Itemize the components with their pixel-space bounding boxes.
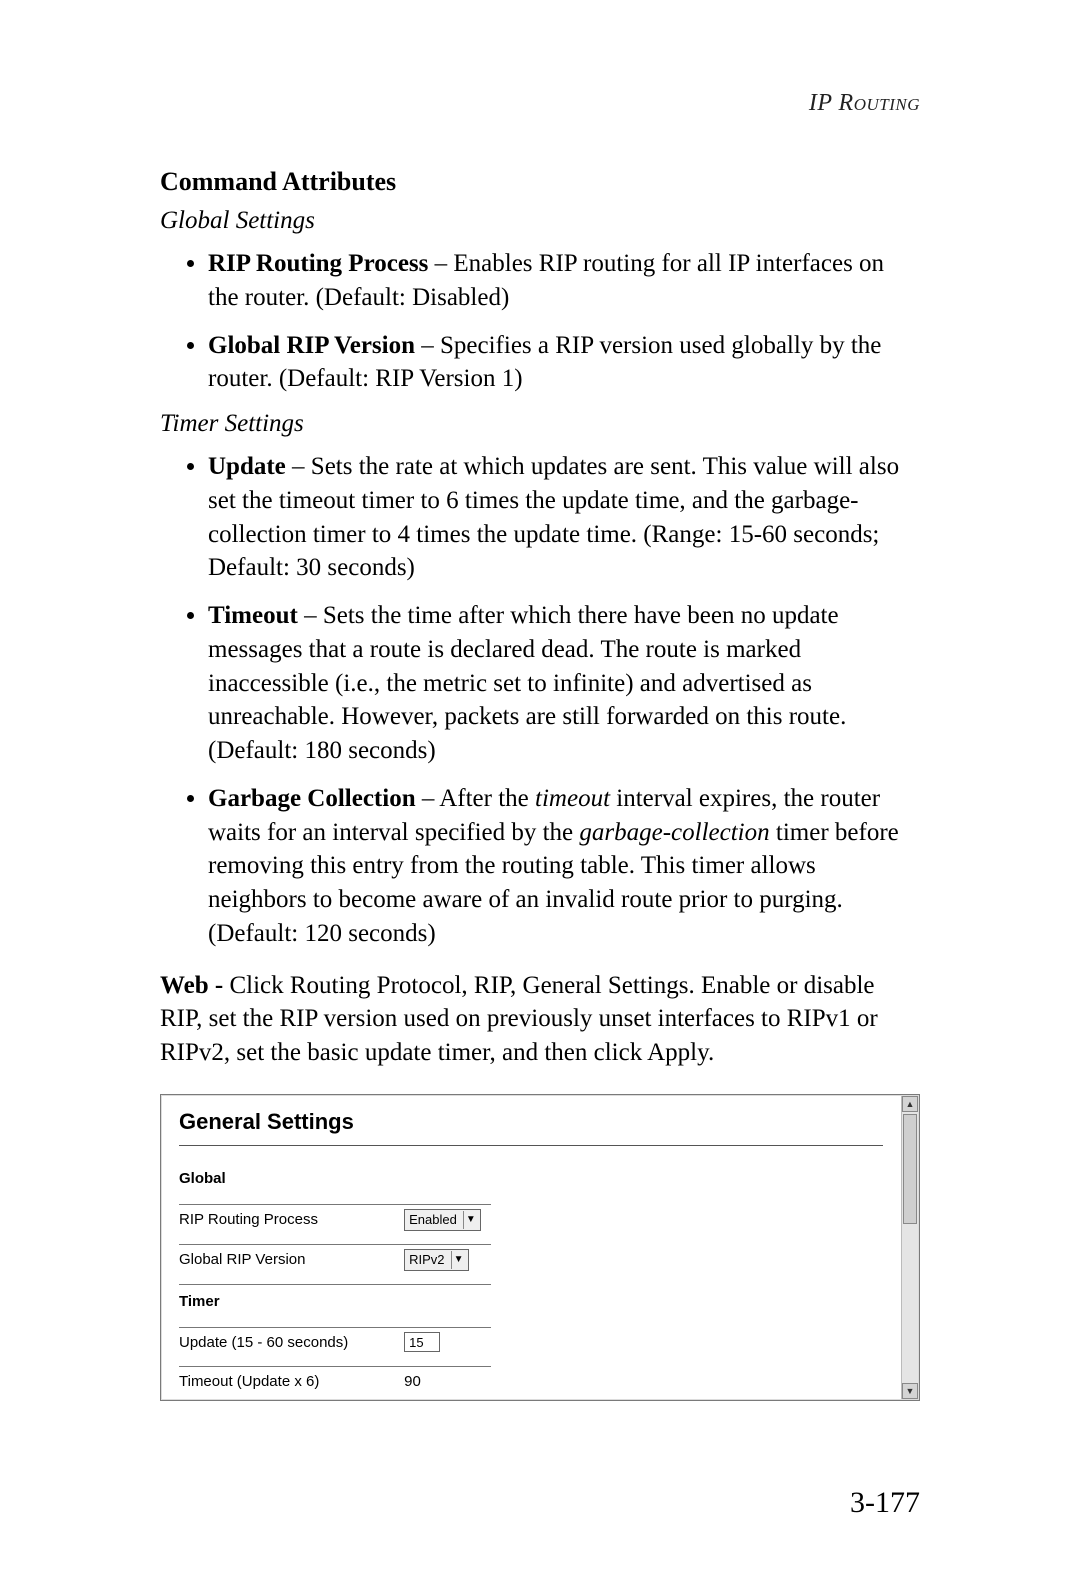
bullet-text: – Sets the rate at which updates are sen… — [208, 453, 899, 581]
scroll-up-button[interactable]: ▲ — [902, 1096, 918, 1112]
row-rip-routing-process: RIP Routing Process Enabled ▼ — [179, 1204, 491, 1235]
bullet-text: – After the — [416, 785, 535, 812]
subhead-timer-settings: Timer Settings — [160, 410, 920, 438]
row-label: Update (15 - 60 seconds) — [179, 1327, 404, 1357]
settings-table: Global RIP Routing Process Enabled ▼ Glo… — [179, 1162, 491, 1401]
bullet-timeout: Timeout – Sets the time after which ther… — [208, 599, 920, 768]
running-header-text: IP Routing — [809, 90, 920, 116]
bullet-term: RIP Routing Process — [208, 250, 428, 277]
scroll-thumb[interactable] — [903, 1114, 917, 1224]
bullet-term: Global RIP Version — [208, 332, 415, 359]
bullet-term: Garbage Collection — [208, 785, 416, 812]
chevron-down-icon: ▼ — [463, 1211, 478, 1229]
row-update: Update (15 - 60 seconds) 15 — [179, 1327, 491, 1357]
subhead-global-settings: Global Settings — [160, 207, 920, 235]
bullet-garbage-collection: Garbage Collection – After the timeout i… — [208, 782, 920, 951]
section-heading: Command Attributes — [160, 167, 920, 197]
row-global-rip-version: Global RIP Version RIPv2 ▼ — [179, 1244, 491, 1275]
select-value: RIPv2 — [409, 1251, 450, 1269]
vertical-scrollbar[interactable]: ▲ ▼ — [901, 1096, 918, 1399]
bullet-em: timeout — [535, 785, 610, 812]
bullet-rip-routing-process: RIP Routing Process – Enables RIP routin… — [208, 247, 920, 315]
bullet-list-global: RIP Routing Process – Enables RIP routin… — [160, 247, 920, 396]
group-global: Global — [179, 1162, 491, 1195]
web-rest: Click Routing Protocol, RIP, General Set… — [160, 972, 878, 1067]
web-instructions: Web - Click Routing Protocol, RIP, Gener… — [160, 969, 920, 1070]
page-number: 3-177 — [850, 1486, 920, 1520]
row-label: RIP Routing Process — [179, 1204, 404, 1235]
row-value: 90 — [404, 1366, 491, 1396]
global-rip-version-select[interactable]: RIPv2 ▼ — [404, 1249, 468, 1271]
panel-title: General Settings — [179, 1109, 883, 1135]
group-timer: Timer — [179, 1284, 491, 1318]
bullet-list-timer: Update – Sets the rate at which updates … — [160, 450, 920, 951]
bullet-global-rip-version: Global RIP Version – Specifies a RIP ver… — [208, 329, 920, 397]
general-settings-panel: General Settings Global RIP Routing Proc… — [160, 1094, 920, 1401]
web-lead: Web - — [160, 972, 229, 999]
select-value: Enabled — [409, 1211, 463, 1229]
bullet-term: Update — [208, 453, 286, 480]
scroll-down-button[interactable]: ▼ — [902, 1383, 918, 1399]
bullet-update: Update – Sets the rate at which updates … — [208, 450, 920, 585]
chevron-down-icon: ▼ — [451, 1251, 466, 1269]
bullet-term: Timeout — [208, 602, 298, 629]
row-timeout: Timeout (Update x 6) 90 — [179, 1366, 491, 1396]
update-input[interactable]: 15 — [404, 1332, 440, 1352]
bullet-text: – Sets the time after which there have b… — [208, 602, 846, 764]
rip-routing-process-select[interactable]: Enabled ▼ — [404, 1209, 481, 1231]
bullet-em: garbage-collection — [579, 819, 769, 846]
row-label: Timeout (Update x 6) — [179, 1366, 404, 1396]
row-label: Global RIP Version — [179, 1244, 404, 1275]
running-header: IP Routing — [160, 90, 920, 117]
panel-divider — [179, 1145, 883, 1146]
